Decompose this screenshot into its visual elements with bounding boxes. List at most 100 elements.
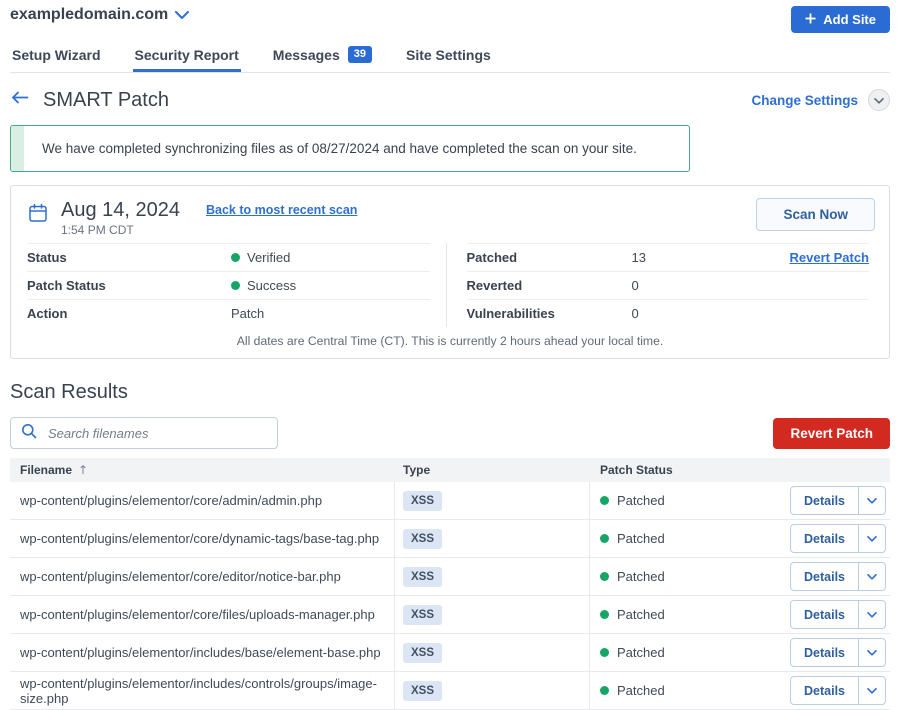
type-badge: XSS — [403, 529, 442, 549]
settings-expand-button[interactable] — [868, 89, 890, 111]
details-expand-button[interactable] — [858, 563, 885, 590]
timezone-note: All dates are Central Time (CT). This is… — [11, 327, 889, 358]
patch-status-text: Patched — [617, 569, 665, 584]
type-cell: XSS — [395, 558, 590, 595]
details-button[interactable]: Details — [791, 563, 858, 590]
chevron-down-icon — [867, 498, 877, 504]
patch-status-text: Patched — [617, 493, 665, 508]
add-site-button[interactable]: Add Site — [791, 6, 890, 33]
summary-row: Status Verified — [27, 243, 430, 271]
type-badge: XSS — [403, 605, 442, 625]
type-badge: XSS — [403, 643, 442, 663]
patch-status-cell: Patched — [590, 634, 780, 671]
summary-row-label: Reverted — [467, 278, 632, 293]
summary-grid: Status Verified Patch Status Success — [11, 243, 889, 327]
summary-row-value: 13 — [632, 250, 646, 265]
filename-cell: wp-content/plugins/elementor/core/files/… — [10, 596, 395, 633]
status-dot-icon — [600, 610, 609, 619]
tab-security-report[interactable]: Security Report — [133, 42, 241, 72]
filename-text: wp-content/plugins/elementor/core/admin/… — [20, 493, 322, 508]
patch-status-text: Patched — [617, 683, 665, 698]
details-button[interactable]: Details — [791, 639, 858, 666]
chevron-down-icon — [874, 91, 884, 109]
table-row: wp-content/plugins/elementor/includes/ba… — [10, 634, 890, 672]
search-icon — [21, 423, 37, 444]
summary-row: Reverted 0 — [467, 271, 870, 299]
details-expand-button[interactable] — [858, 525, 885, 552]
summary-row-value: 0 — [632, 278, 639, 293]
sync-banner: We have completed synchronizing files as… — [10, 125, 690, 172]
tab-bar: Setup Wizard Security Report Messages 39… — [10, 42, 890, 73]
tab-site-settings[interactable]: Site Settings — [404, 42, 493, 72]
patch-status-text: Patched — [617, 531, 665, 546]
details-split-button: Details — [790, 524, 886, 553]
chevron-down-icon — [175, 6, 189, 24]
details-expand-button[interactable] — [858, 487, 885, 514]
summary-row-label: Action — [27, 306, 231, 321]
type-badge: XSS — [403, 567, 442, 587]
filename-cell: wp-content/plugins/elementor/includes/ba… — [10, 634, 395, 671]
actions-cell: Details — [780, 596, 890, 633]
filename-text: wp-content/plugins/elementor/core/files/… — [20, 607, 375, 622]
calendar-icon — [27, 202, 49, 229]
filename-text: wp-content/plugins/elementor/includes/co… — [20, 676, 384, 706]
summary-row-value: Verified — [247, 250, 290, 265]
patch-status-cell: Patched — [590, 596, 780, 633]
status-dot-icon — [600, 572, 609, 581]
search-input[interactable] — [46, 425, 267, 442]
patch-status-cell: Patched — [590, 482, 780, 519]
details-expand-button[interactable] — [858, 601, 885, 628]
scan-date: Aug 14, 2024 — [61, 198, 180, 222]
tab-messages[interactable]: Messages 39 — [271, 42, 374, 72]
column-header-filename[interactable]: Filename ↑ — [10, 463, 395, 477]
chevron-down-icon — [867, 650, 877, 656]
domain-selector[interactable]: exampledomain.com — [10, 6, 189, 24]
details-button[interactable]: Details — [791, 487, 858, 514]
details-expand-button[interactable] — [858, 677, 885, 704]
table-row: wp-content/plugins/elementor/core/editor… — [10, 558, 890, 596]
patch-status-text: Patched — [617, 645, 665, 660]
details-button[interactable]: Details — [791, 601, 858, 628]
actions-cell: Details — [780, 634, 890, 671]
details-split-button: Details — [790, 562, 886, 591]
table-row: wp-content/plugins/elementor/core/admin/… — [10, 482, 890, 520]
add-site-label: Add Site — [823, 12, 876, 27]
scan-now-button[interactable]: Scan Now — [756, 198, 875, 231]
actions-cell: Details — [780, 520, 890, 557]
domain-name: exampledomain.com — [10, 6, 168, 24]
page: exampledomain.com Add Site Setup Wizard … — [0, 0, 900, 710]
summary-row-value: Success — [247, 278, 296, 293]
filename-cell: wp-content/plugins/elementor/includes/co… — [10, 672, 395, 709]
revert-patch-button[interactable]: Revert Patch — [773, 418, 890, 449]
details-button[interactable]: Details — [791, 677, 858, 704]
type-cell: XSS — [395, 520, 590, 557]
actions-cell: Details — [780, 482, 890, 519]
details-split-button: Details — [790, 486, 886, 515]
details-button[interactable]: Details — [791, 525, 858, 552]
heading-row: SMART Patch Change Settings — [10, 87, 890, 113]
back-to-recent-scan-link[interactable]: Back to most recent scan — [206, 203, 357, 217]
details-expand-button[interactable] — [858, 639, 885, 666]
status-dot-icon — [600, 496, 609, 505]
patch-status-text: Patched — [617, 607, 665, 622]
column-header-patch-status: Patch Status — [590, 463, 780, 477]
summary-row-value: Patch — [231, 306, 264, 321]
back-arrow-icon[interactable] — [10, 91, 29, 109]
scan-summary-card: Aug 14, 2024 1:54 PM CDT Back to most re… — [10, 185, 890, 359]
status-dot-icon — [600, 534, 609, 543]
type-cell: XSS — [395, 482, 590, 519]
patch-status-cell: Patched — [590, 520, 780, 557]
results-table: Filename ↑ Type Patch Status wp-content/… — [10, 458, 890, 710]
banner-accent-stripe — [11, 126, 24, 171]
chevron-down-icon — [867, 536, 877, 542]
details-split-button: Details — [790, 676, 886, 705]
table-row: wp-content/plugins/elementor/core/dynami… — [10, 520, 890, 558]
summary-row: Vulnerabilities 0 — [467, 299, 870, 327]
page-title: SMART Patch — [43, 89, 169, 112]
change-settings-link[interactable]: Change Settings — [751, 93, 858, 108]
type-cell: XSS — [395, 596, 590, 633]
summary-right-table: Patched 13 Revert Patch Reverted 0 Vulne… — [446, 243, 890, 327]
table-row: wp-content/plugins/elementor/core/files/… — [10, 596, 890, 634]
revert-patch-link[interactable]: Revert Patch — [790, 250, 869, 265]
tab-setup-wizard[interactable]: Setup Wizard — [10, 42, 103, 72]
